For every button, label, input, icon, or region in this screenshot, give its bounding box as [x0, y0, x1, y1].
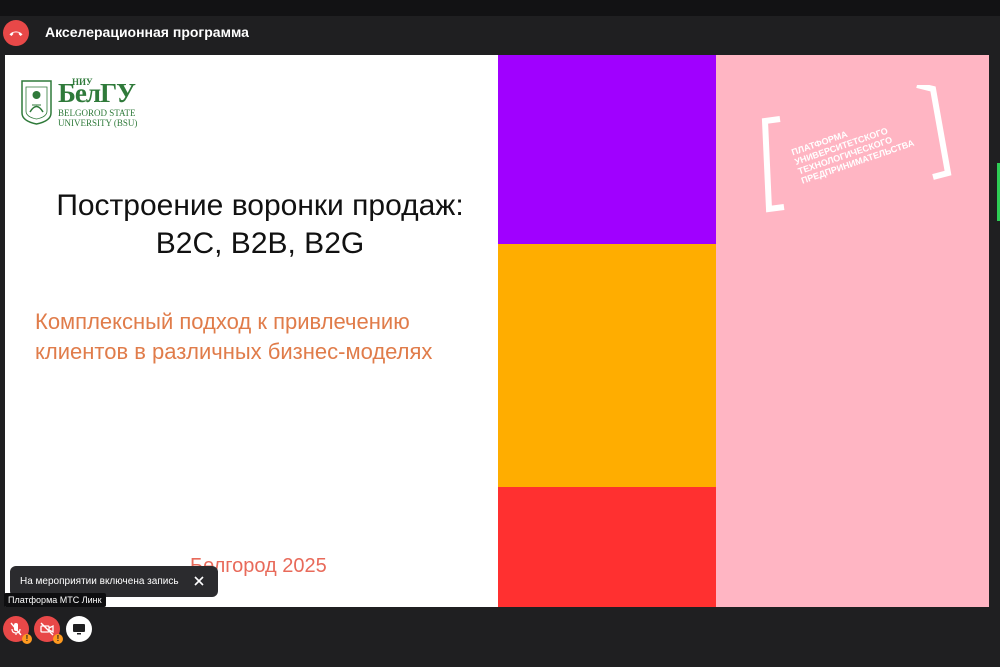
meeting-header: Акселерационная программа	[0, 16, 1000, 54]
camera-warning-badge: !	[53, 634, 63, 644]
slide-subtitle: Комплексный подход к привлечению клиенто…	[35, 307, 505, 367]
logo-belgu-text: БелГУ	[58, 78, 136, 108]
phone-hangup-icon	[9, 31, 23, 36]
mic-warning-badge: !	[22, 634, 32, 644]
camera-toggle-button[interactable]: !	[34, 616, 63, 644]
color-block-purple	[498, 55, 716, 244]
presentation-slide: НИУ БелГУ BELGOROD STATE UNIVERSITY (BSU…	[5, 55, 989, 607]
slide-subtitle-line1: Комплексный подход к привлечению	[35, 309, 410, 334]
bsu-emblem-icon	[21, 80, 52, 125]
color-block-pink: ПЛАТФОРМА УНИВЕРСИТЕТСКОГО ТЕХНОЛОГИЧЕСК…	[716, 55, 989, 607]
microphone-toggle-button[interactable]: !	[3, 616, 32, 644]
camera-off-icon	[40, 622, 54, 636]
close-icon[interactable]	[192, 574, 206, 588]
logo-line1: BELGOROD STATE	[58, 108, 136, 118]
monitor-icon	[73, 624, 85, 635]
platform-brand-mark: ПЛАТФОРМА УНИВЕРСИТЕТСКОГО ТЕХНОЛОГИЧЕСК…	[761, 85, 952, 213]
slide-subtitle-line2: клиентов в различных бизнес-моделях	[35, 339, 433, 364]
color-block-orange	[498, 244, 716, 487]
bsu-logo: НИУ БелГУ BELGOROD STATE UNIVERSITY (BSU…	[20, 77, 160, 128]
recording-notification-text: На мероприятии включена запись	[20, 576, 179, 587]
logo-line2: UNIVERSITY (BSU)	[58, 118, 138, 128]
top-band	[0, 0, 1000, 16]
screen-share-button[interactable]	[66, 616, 92, 642]
microphone-off-icon	[10, 622, 22, 636]
slide-title-line1: Построение воронки продаж:	[56, 189, 464, 222]
slide-title-line2: B2C, B2B, B2G	[155, 227, 365, 260]
meeting-title: Акселерационная программа	[45, 24, 249, 40]
platform-tooltip: Платформа МТС Линк	[4, 593, 106, 607]
color-block-red	[498, 487, 716, 607]
leave-call-button[interactable]	[3, 20, 29, 46]
slide-title: Построение воронки продаж: B2C, B2B, B2G	[15, 187, 505, 263]
